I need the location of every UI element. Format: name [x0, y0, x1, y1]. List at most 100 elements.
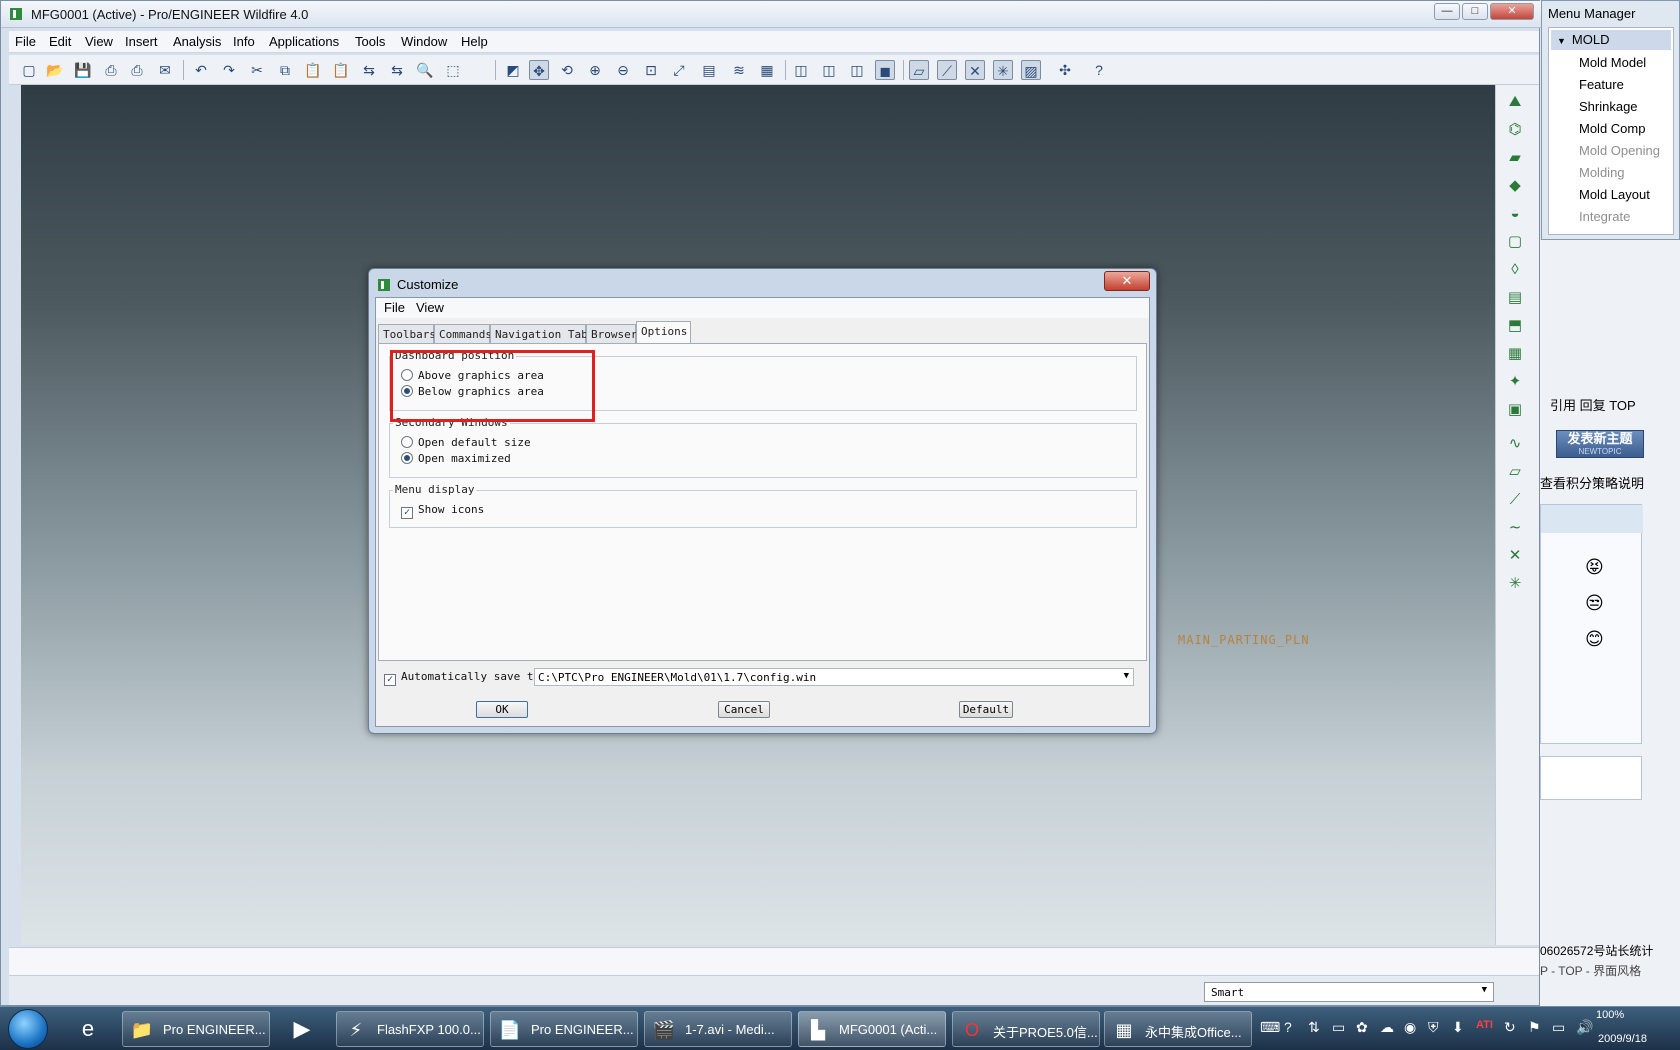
reply-links[interactable]: 引用 回复 TOP	[1550, 395, 1636, 414]
tab-navigation-tabs[interactable]: Navigation Tabs	[490, 324, 594, 343]
menu-applications[interactable]: Applications	[269, 34, 339, 49]
emoticon-icon[interactable]: 😝	[1585, 557, 1604, 578]
media-player-pinned-icon[interactable]: ▶	[284, 1011, 320, 1047]
maximize-button[interactable]: □	[1462, 3, 1488, 20]
spin-center-toggle-icon[interactable]: ✣	[1055, 60, 1075, 80]
undo-icon[interactable]: ↶	[191, 60, 211, 80]
find-icon[interactable]: 🔍	[415, 60, 435, 80]
datum-axes-icon[interactable]: ⟋	[937, 60, 957, 80]
volume-icon[interactable]: 🔊	[1576, 1019, 1593, 1036]
task-button[interactable]: 📁 Pro ENGINEER...	[122, 1011, 270, 1047]
menu-info[interactable]: Info	[233, 34, 255, 49]
help-icon[interactable]: ?	[1284, 1019, 1292, 1035]
style-switcher[interactable]: P - TOP - 界面风格	[1540, 962, 1641, 979]
title-bar[interactable]: MFG0001 (Active) - Pro/ENGINEER Wildfire…	[1, 1, 1541, 28]
autosave-checkbox[interactable]: ✓ Automatically save to	[384, 670, 540, 686]
datum-points-icon[interactable]: ✕	[965, 60, 985, 80]
shield-icon[interactable]: ⛨	[1428, 1019, 1439, 1036]
menu-tools[interactable]: Tools	[355, 34, 385, 49]
keyboard-icon[interactable]: ⌨	[1260, 1019, 1280, 1036]
parting-surface-icon[interactable]: ⌬	[1504, 119, 1526, 141]
datum-planes-icon[interactable]: ▱	[909, 60, 929, 80]
menu-edit[interactable]: Edit	[49, 34, 71, 49]
regen-manager-icon[interactable]: ⇆	[387, 60, 407, 80]
mm-item-feature[interactable]: Feature	[1579, 77, 1624, 92]
selection-filter-select[interactable]: Smart ▼	[1204, 982, 1494, 1002]
autosave-path-field[interactable]: C:\PTC\Pro ENGINEER\Mold\01\1.7\config.w…	[534, 668, 1134, 686]
reply-box[interactable]	[1540, 756, 1642, 800]
datum-plane-icon[interactable]: ▢	[1504, 231, 1526, 253]
internet-explorer-icon[interactable]: e	[70, 1011, 106, 1047]
menu-view[interactable]: View	[85, 34, 113, 49]
repaint-icon[interactable]: ◩	[503, 60, 523, 80]
show-icons-checkbox[interactable]: ✓ Show icons	[401, 503, 484, 519]
tab-toolbars[interactable]: Toolbars	[378, 324, 436, 343]
waterline-icon[interactable]: ▣	[1504, 399, 1526, 421]
task-button[interactable]: ▦ 永中集成Office...	[1104, 1011, 1252, 1047]
qq-icon[interactable]: ◉	[1404, 1019, 1416, 1036]
context-help-icon[interactable]: ?	[1089, 60, 1109, 80]
reorient-icon[interactable]: ⤢	[669, 60, 689, 80]
plane-icon[interactable]: ∿	[1504, 433, 1526, 455]
view-manager-icon[interactable]: ▦	[757, 60, 777, 80]
copy-icon[interactable]: ⧉	[275, 60, 295, 80]
axis-icon[interactable]: ▱	[1504, 461, 1526, 483]
mm-item-mold-layout[interactable]: Mold Layout	[1579, 187, 1650, 202]
close-button[interactable]: ✕	[1490, 3, 1534, 20]
battery-icon[interactable]: ▭	[1332, 1019, 1345, 1036]
annotations-icon[interactable]: ▨	[1021, 60, 1041, 80]
task-button[interactable]: O 关于PROE5.0信...	[952, 1011, 1100, 1047]
point-icon[interactable]: ∼	[1504, 517, 1526, 539]
mm-item-mold-comp[interactable]: Mold Comp	[1579, 121, 1645, 136]
start-button[interactable]	[8, 1009, 48, 1049]
tab-browser[interactable]: Browser	[586, 324, 637, 343]
chevron-down-icon[interactable]: ▼	[1124, 671, 1129, 681]
print-icon[interactable]: ⎙	[101, 60, 121, 80]
zoom-out-icon[interactable]: ⊖	[613, 60, 633, 80]
menu-file[interactable]: File	[15, 34, 36, 49]
orient-icon[interactable]: ⟲	[557, 60, 577, 80]
cavity-icon[interactable]: ⬒	[1504, 315, 1526, 337]
spin-center-icon[interactable]: ✥	[529, 60, 549, 80]
extrude-icon[interactable]: ▰	[1504, 147, 1526, 169]
mold-volume-icon[interactable]: ⛰	[1504, 91, 1526, 113]
ati-icon[interactable]: ATI	[1476, 1019, 1493, 1031]
menu-analysis[interactable]: Analysis	[173, 34, 221, 49]
ok-button[interactable]: OK	[476, 701, 528, 718]
emoticon-icon[interactable]: 😒	[1585, 593, 1604, 614]
task-button[interactable]: 📄 Pro ENGINEER...	[490, 1011, 638, 1047]
cloud-icon[interactable]: ☁	[1380, 1019, 1394, 1036]
send-icon[interactable]: ✉	[155, 60, 175, 80]
sketch-icon[interactable]: ◊	[1504, 259, 1526, 281]
monitor-icon[interactable]: ▭	[1552, 1019, 1565, 1036]
mold-menu-header[interactable]: ▼ MOLD	[1551, 30, 1671, 50]
merge-icon[interactable]: ✦	[1504, 371, 1526, 393]
redo-icon[interactable]: ↷	[219, 60, 239, 80]
curve-icon[interactable]: ⟋	[1504, 489, 1526, 511]
emoticon-icon[interactable]: 😊	[1585, 629, 1604, 650]
refresh-icon[interactable]: ↻	[1504, 1019, 1516, 1036]
shading-icon[interactable]: ◼	[875, 60, 895, 80]
new-topic-button[interactable]: 发表新主题 NEWTOPIC	[1556, 430, 1644, 458]
coord-sys-icon[interactable]: ✳	[993, 60, 1013, 80]
dialog-close-button[interactable]: ✕	[1104, 271, 1150, 291]
new-icon[interactable]: ▢	[19, 60, 39, 80]
trim-icon[interactable]: ▦	[1504, 343, 1526, 365]
mm-item-mold-model[interactable]: Mold Model	[1579, 55, 1646, 70]
refit-icon[interactable]: ⊡	[641, 60, 661, 80]
task-button-active[interactable]: ▙ MFG0001 (Acti...	[798, 1011, 946, 1047]
saved-views-icon[interactable]: ▤	[699, 60, 719, 80]
split-icon[interactable]: ▤	[1504, 287, 1526, 309]
mm-item-shrinkage[interactable]: Shrinkage	[1579, 99, 1638, 114]
dialog-menu-view[interactable]: View	[416, 300, 444, 315]
open-icon[interactable]: 📂	[45, 60, 65, 80]
flag-icon[interactable]: ⚑	[1528, 1019, 1541, 1036]
wireframe-icon[interactable]: ◫	[791, 60, 811, 80]
layers-icon[interactable]: ≋	[729, 60, 749, 80]
dialog-menu-file[interactable]: File	[384, 300, 405, 315]
save-icon[interactable]: 💾	[73, 60, 93, 80]
paste-special-icon[interactable]: 📋	[331, 60, 351, 80]
menu-help[interactable]: Help	[461, 34, 488, 49]
quick-print-icon[interactable]: ⎙	[127, 60, 147, 80]
minimize-button[interactable]: —	[1434, 3, 1460, 20]
